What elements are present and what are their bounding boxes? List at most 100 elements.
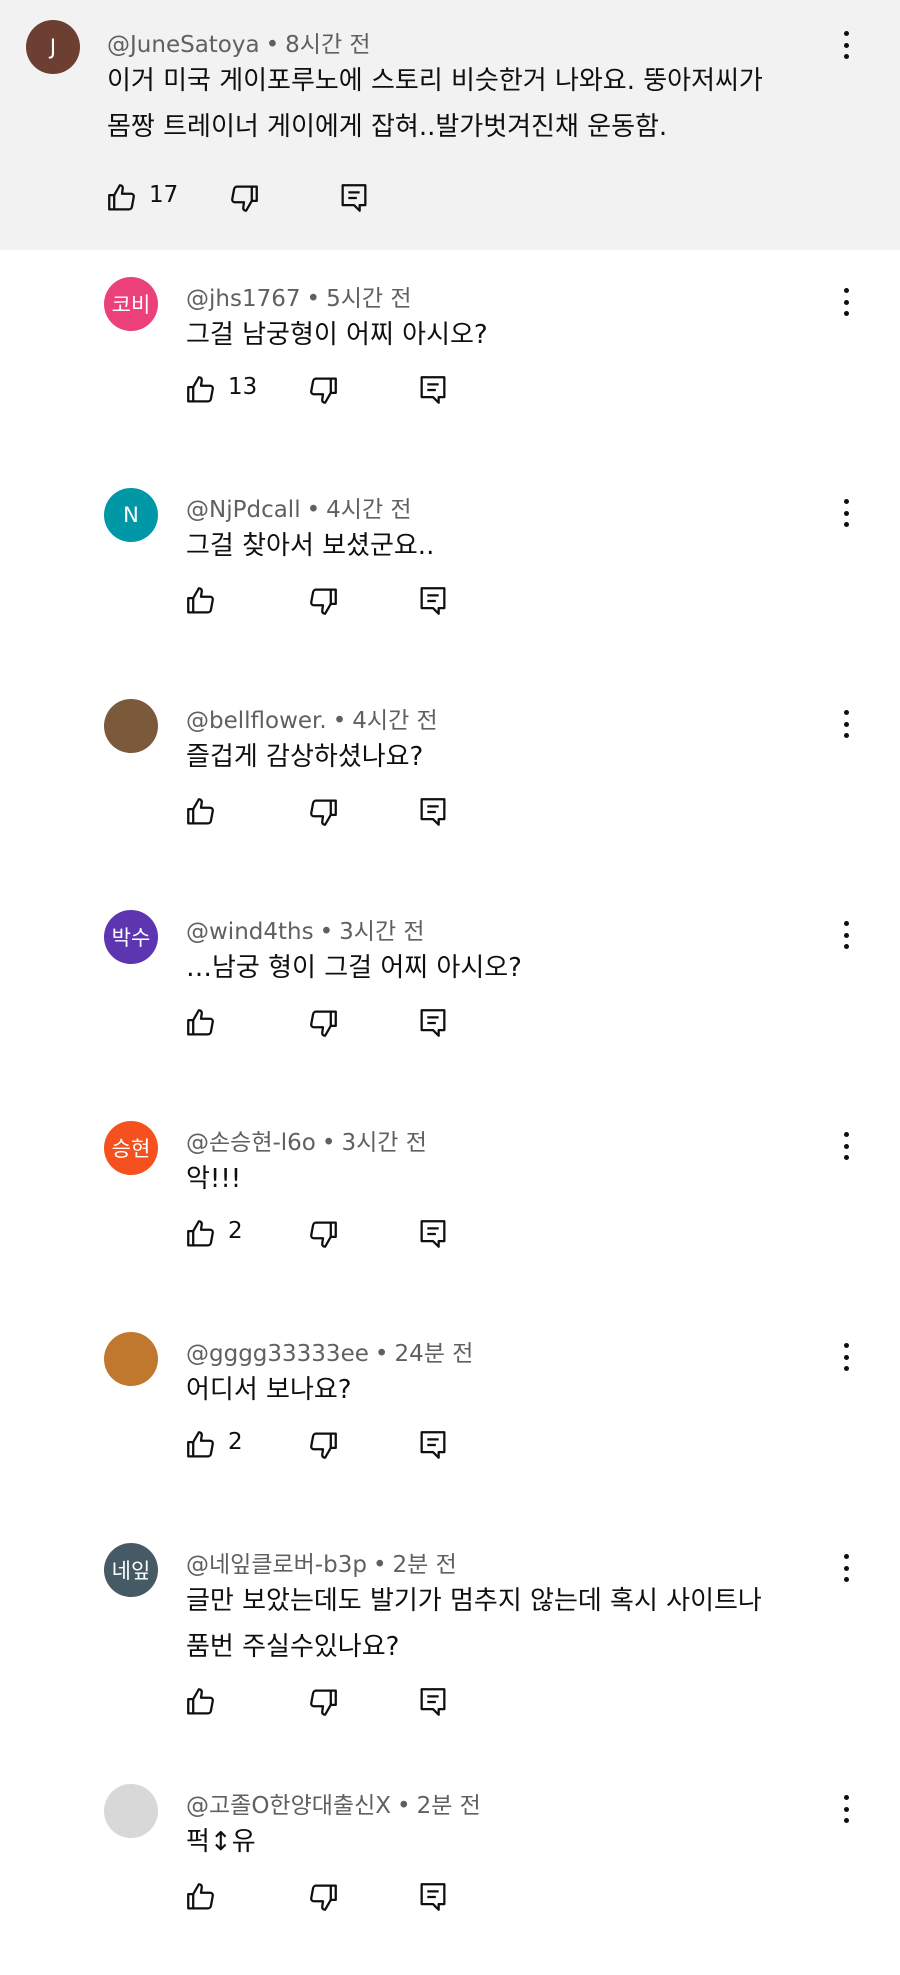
more-options-button[interactable] (836, 1126, 856, 1166)
avatar[interactable]: N (104, 488, 158, 542)
like-button[interactable] (105, 178, 139, 218)
dislike-button[interactable] (306, 370, 340, 410)
reply-button[interactable] (416, 370, 450, 410)
avatar[interactable]: 네잎 (104, 1543, 158, 1597)
comment-reply: N @NjPdcall • 4시간 전 그걸 찾아서 보셨군요.. (0, 471, 900, 641)
reply-icon (420, 1431, 446, 1459)
thumbs-down-icon (310, 799, 337, 826)
thumbs-up-icon (187, 1220, 214, 1247)
comment-text: …남궁 형이 그걸 어찌 아시오? (186, 953, 522, 983)
reply-button[interactable] (416, 581, 450, 621)
dislike-button[interactable] (306, 792, 340, 832)
reply-icon (420, 798, 446, 826)
more-options-button[interactable] (836, 493, 856, 533)
comment-reply: 네잎 @네잎클로버-b3p • 2분 전글만 보았는데도 발기가 멈추지 않는데 혹시… (0, 1526, 900, 1742)
comment-meta: @jhs1767 • 5시간 전 (186, 286, 412, 312)
avatar[interactable]: 승현 (104, 1121, 158, 1175)
timestamp[interactable]: 2분 전 (393, 1552, 457, 1578)
comment-actions (184, 1003, 484, 1043)
dislike-button[interactable] (306, 1003, 340, 1043)
comment-text: 이거 미국 게이포루노에 스토리 비슷한거 나와요. 뚱아저씨가 몸짱 트레이너… (107, 66, 763, 142)
timestamp[interactable]: 3시간 전 (339, 919, 424, 945)
timestamp[interactable]: 3시간 전 (341, 1130, 426, 1156)
comment-reply: 승현 @손승현-l6o • 3시간 전 악!!! 2 (0, 1104, 900, 1274)
comment-thread-top: J @JuneSatoya • 8시간 전 이거 미국 게이포루노에 스토리 비슷한… (0, 0, 900, 250)
reply-icon (420, 1009, 446, 1037)
thumbs-down-icon (310, 377, 337, 404)
author-handle[interactable]: @gggg33333ee (186, 1341, 369, 1367)
more-options-button[interactable] (836, 915, 856, 955)
timestamp[interactable]: 4시간 전 (352, 708, 437, 734)
comment-actions (184, 1682, 484, 1722)
like-button[interactable] (184, 1425, 218, 1465)
like-button[interactable] (184, 1877, 218, 1917)
reply-button[interactable] (416, 1425, 450, 1465)
more-options-button[interactable] (836, 1548, 856, 1588)
comment-meta: @손승현-l6o • 3시간 전 (186, 1130, 427, 1156)
author-handle[interactable]: @손승현-l6o (186, 1130, 316, 1156)
author-handle[interactable]: @네잎클로버-b3p (186, 1552, 367, 1578)
comment-actions (184, 1877, 484, 1917)
more-options-button[interactable] (836, 704, 856, 744)
comment-meta: @gggg33333ee • 24분 전 (186, 1341, 474, 1367)
avatar[interactable]: 박수 (104, 910, 158, 964)
like-button[interactable] (184, 1003, 218, 1043)
like-button[interactable] (184, 370, 218, 410)
like-button[interactable] (184, 581, 218, 621)
comment-actions: 2 (184, 1214, 484, 1254)
avatar[interactable] (104, 1332, 158, 1386)
thumbs-up-icon (187, 1688, 214, 1715)
like-button[interactable] (184, 792, 218, 832)
like-button[interactable] (184, 1682, 218, 1722)
avatar[interactable] (104, 1784, 158, 1838)
comment-text: 퍽↕유 (186, 1827, 256, 1857)
reply-icon (420, 376, 446, 404)
reply-button[interactable] (416, 792, 450, 832)
reply-icon (420, 1220, 446, 1248)
comment-meta: @wind4ths • 3시간 전 (186, 919, 425, 945)
author-handle[interactable]: @jhs1767 (186, 286, 300, 312)
author-handle[interactable]: @JuneSatoya (107, 32, 260, 58)
dislike-button[interactable] (227, 178, 261, 218)
comment-text: 그걸 남궁형이 어찌 아시오? (186, 320, 488, 350)
comment-meta: @bellflower. • 4시간 전 (186, 708, 438, 734)
thumbs-up-icon (187, 1009, 214, 1036)
reply-button[interactable] (416, 1214, 450, 1254)
thumbs-down-icon (310, 1689, 337, 1716)
author-handle[interactable]: @NjPdcall (186, 497, 301, 523)
reply-button[interactable] (416, 1003, 450, 1043)
dislike-button[interactable] (306, 1682, 340, 1722)
avatar[interactable]: J (26, 20, 80, 74)
comment-text: 글만 보았는데도 발기가 멈추지 않는데 혹시 사이트나 품번 주실수있나요? (186, 1586, 762, 1662)
more-options-button[interactable] (836, 25, 856, 65)
reply-button[interactable] (416, 1682, 450, 1722)
author-handle[interactable]: @wind4ths (186, 919, 314, 945)
timestamp[interactable]: 8시간 전 (285, 32, 370, 58)
thumbs-down-icon (310, 588, 337, 615)
like-button[interactable] (184, 1214, 218, 1254)
thumbs-up-icon (187, 798, 214, 825)
more-options-button[interactable] (836, 1337, 856, 1377)
reply-icon (420, 587, 446, 615)
more-options-button[interactable] (836, 1789, 856, 1829)
reply-button[interactable] (416, 1877, 450, 1917)
reply-button[interactable] (337, 178, 371, 218)
comment-reply: 코비 @jhs1767 • 5시간 전 그걸 남궁형이 어찌 아시오? 13 (0, 260, 900, 430)
avatar[interactable]: 코비 (104, 277, 158, 331)
dislike-button[interactable] (306, 1877, 340, 1917)
dislike-button[interactable] (306, 1214, 340, 1254)
author-handle[interactable]: @고졸O한양대출신X (186, 1793, 391, 1819)
comment-meta: @네잎클로버-b3p • 2분 전 (186, 1552, 457, 1578)
avatar[interactable] (104, 699, 158, 753)
timestamp[interactable]: 2분 전 (417, 1793, 481, 1819)
timestamp[interactable]: 4시간 전 (326, 497, 411, 523)
thumbs-down-icon (310, 1432, 337, 1459)
dislike-button[interactable] (306, 1425, 340, 1465)
author-handle[interactable]: @bellflower. (186, 708, 327, 734)
thumbs-down-icon (310, 1010, 337, 1037)
timestamp[interactable]: 5시간 전 (326, 286, 411, 312)
timestamp[interactable]: 24분 전 (394, 1341, 473, 1367)
more-options-button[interactable] (836, 282, 856, 322)
dislike-button[interactable] (306, 581, 340, 621)
comment-reply: @고졸O한양대출신X • 2분 전 퍽↕유 (0, 1767, 900, 1937)
